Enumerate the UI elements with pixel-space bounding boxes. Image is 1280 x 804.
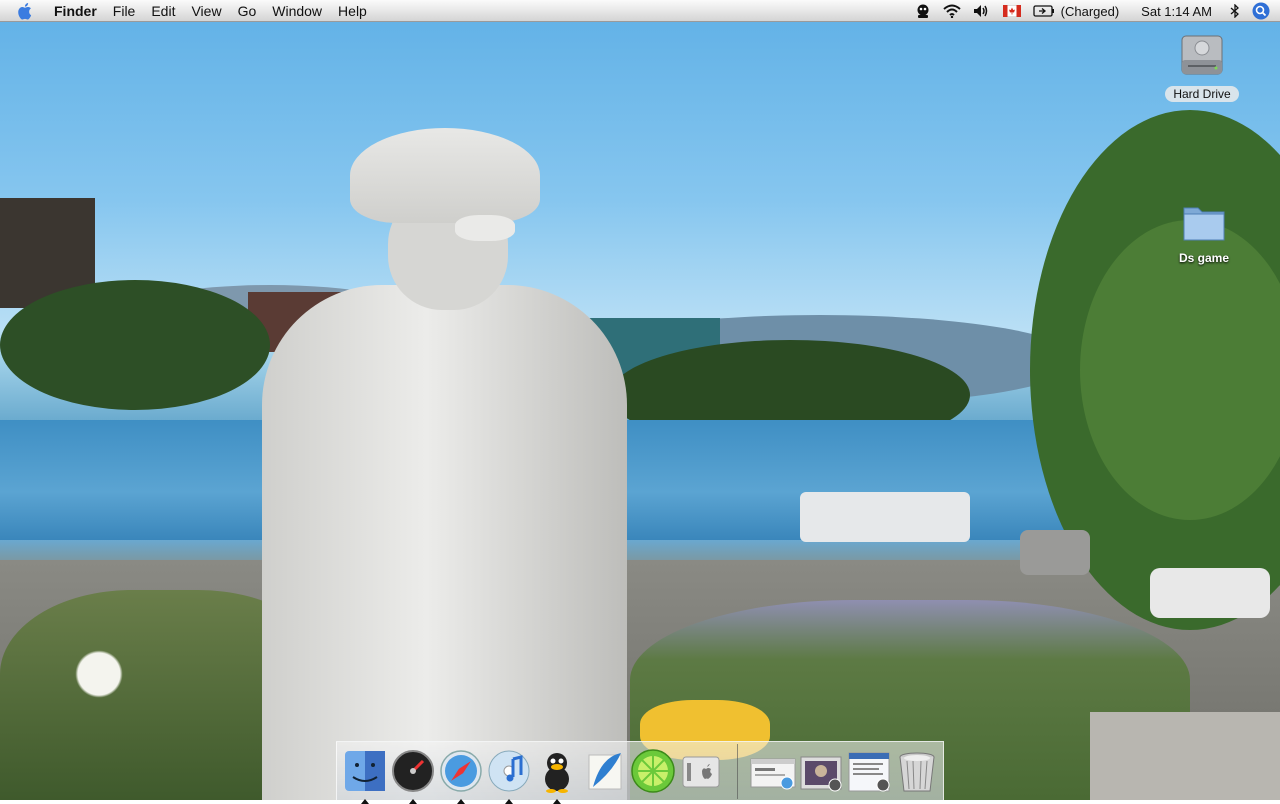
minimized-document-window-icon [848, 752, 890, 792]
menu-clock[interactable]: Sat 1:14 AM [1131, 4, 1224, 19]
bluetooth-icon[interactable] [1224, 0, 1246, 22]
dock-system-preferences[interactable] [677, 747, 725, 795]
dock-trash[interactable] [893, 747, 941, 795]
caution-sign-icon[interactable] [909, 0, 937, 22]
menu-go[interactable]: Go [230, 0, 265, 22]
statue-sunglasses [455, 215, 515, 241]
battery-icon[interactable] [1027, 0, 1061, 22]
minimized-window-icon [750, 758, 796, 790]
dock-safari[interactable] [437, 747, 485, 804]
apple-menu-icon[interactable] [0, 0, 46, 22]
dock-limewire[interactable] [629, 747, 677, 795]
hard-drive-desktop-icon[interactable]: Hard Drive [1160, 30, 1244, 103]
dock-minimized-window-1[interactable] [749, 747, 797, 795]
tree-cluster-left [0, 280, 270, 410]
menu-help[interactable]: Help [330, 0, 375, 22]
spotlight-icon[interactable] [1246, 0, 1280, 22]
dock-itunes[interactable] [485, 747, 533, 804]
statue-cap [350, 128, 540, 223]
dock-dashboard[interactable] [389, 747, 437, 804]
desktop-wallpaper [0, 0, 1280, 800]
apple-logo-icon [18, 2, 32, 19]
dock-minimized-window-2[interactable] [797, 747, 845, 795]
folder-icon [1183, 207, 1225, 241]
menu-file[interactable]: File [105, 0, 144, 22]
statue-body [262, 285, 627, 800]
dashboard-icon [392, 750, 434, 792]
grey-car [1020, 530, 1090, 575]
itunes-icon [488, 750, 530, 792]
dock-finder[interactable] [341, 747, 389, 804]
finder-icon [345, 751, 385, 791]
minimized-photo-window-icon [800, 756, 842, 792]
dock-separator [737, 744, 738, 799]
menu-view[interactable]: View [183, 0, 229, 22]
adium-duck-icon [545, 753, 569, 793]
volume-icon[interactable] [967, 0, 997, 22]
hard-drive-icon [1181, 35, 1223, 75]
feather-icon [588, 753, 622, 790]
system-preferences-icon [682, 756, 720, 788]
white-van [1150, 568, 1270, 618]
dock [336, 741, 944, 804]
dock-minimized-window-3[interactable] [845, 747, 893, 795]
menu-bar: Finder File Edit View Go Window Help (Ch… [0, 0, 1280, 22]
trash-icon [899, 752, 935, 792]
hard-drive-label: Hard Drive [1165, 86, 1239, 102]
menu-finder[interactable]: Finder [46, 0, 105, 22]
ds-game-folder-icon[interactable]: Ds game [1166, 198, 1242, 267]
limewire-icon [631, 749, 675, 793]
canada-flag-icon[interactable] [997, 0, 1027, 22]
ds-game-label: Ds game [1178, 251, 1230, 265]
dock-feather-app[interactable] [581, 747, 629, 795]
menu-window[interactable]: Window [264, 0, 330, 22]
white-truck [800, 492, 970, 542]
menu-extras: (Charged) Sat 1:14 AM [909, 0, 1280, 22]
safari-icon [440, 750, 482, 792]
wifi-icon[interactable] [937, 0, 967, 22]
dock-adium[interactable] [533, 747, 581, 804]
stone-ledge [1090, 712, 1280, 800]
battery-status-text[interactable]: (Charged) [1061, 4, 1132, 19]
menu-edit[interactable]: Edit [143, 0, 183, 22]
